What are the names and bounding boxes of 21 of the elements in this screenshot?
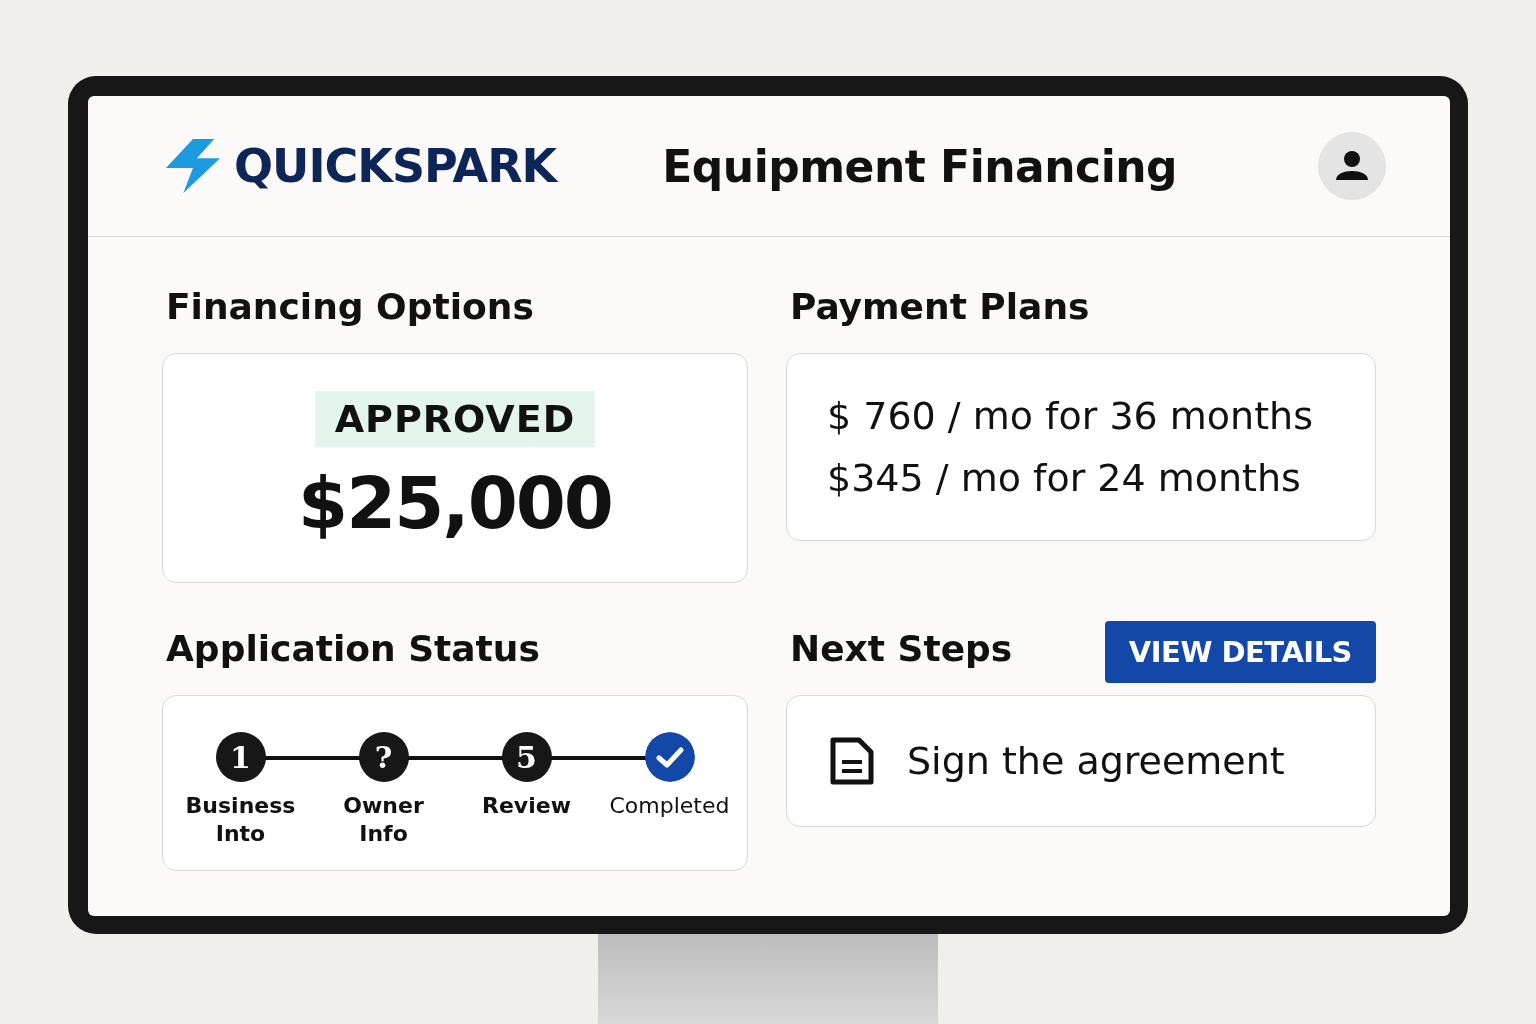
step-marker: 1 <box>215 732 266 782</box>
payment-plan: $ 760 / mo for 36 months <box>827 394 1314 438</box>
approved-badge: APPROVED <box>314 391 596 447</box>
payment-plan: $345 / mo for 24 months <box>827 456 1302 500</box>
section-heading: Payment Plans <box>790 285 1091 329</box>
step-label: Review <box>481 792 572 820</box>
section-heading: Application Status <box>166 627 541 671</box>
view-details-button[interactable]: VIEW DETAILS <box>1104 621 1376 683</box>
check-icon <box>644 732 695 782</box>
step-label: Owner Info <box>342 792 425 848</box>
brand-name: QUICKSPARK <box>234 139 557 193</box>
step-label: Business Into <box>184 792 297 848</box>
step-label: Completed <box>608 792 731 820</box>
page-title: Equipment Financing <box>662 140 1178 192</box>
task-text: Sign the agreement <box>907 739 1285 783</box>
approved-amount: $25,000 <box>298 461 612 545</box>
lightning-bolt-icon <box>164 137 222 195</box>
section-heading: Financing Options <box>166 285 535 329</box>
section-heading: Next Steps <box>790 627 1013 671</box>
step-marker: 5 <box>501 732 552 782</box>
step-marker: ? <box>358 732 409 782</box>
